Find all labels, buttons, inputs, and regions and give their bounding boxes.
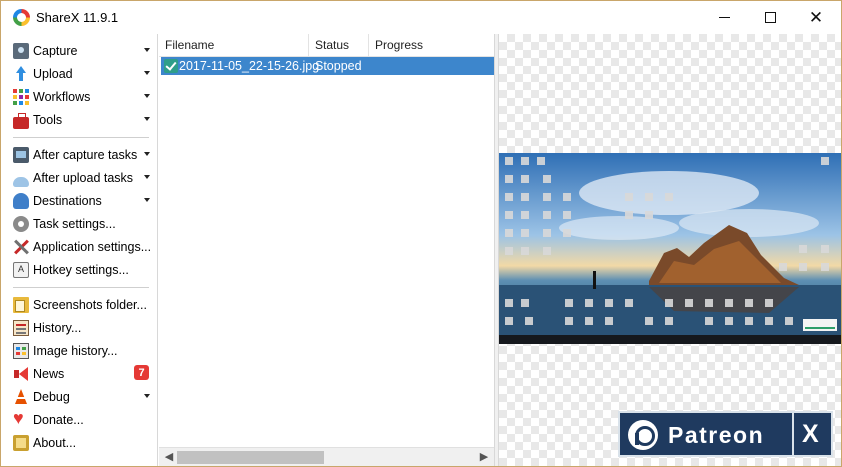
menu-item-label: Donate... <box>33 412 84 427</box>
upload-arrow-icon <box>13 65 29 82</box>
menu-item-destinations[interactable]: Destinations <box>7 189 155 212</box>
chevron-down-icon <box>144 117 150 121</box>
menu-item-tools[interactable]: Tools <box>7 108 155 131</box>
menu-item-capture[interactable]: Capture <box>7 39 155 62</box>
banner-divider <box>792 413 794 455</box>
menu-item-news[interactable]: News 7 <box>7 362 155 385</box>
image-preview-pane: Patreon X <box>499 34 841 466</box>
scroll-left-icon[interactable]: ◀ <box>163 451 175 463</box>
menu-item-label: Task settings... <box>33 216 116 231</box>
menu-item-screenshots-folder[interactable]: Screenshots folder... <box>7 293 155 316</box>
horizontal-scrollbar[interactable]: ◀ ▶ <box>159 447 494 466</box>
cell-filename: 2017-11-05_22-15-26.jpg <box>179 59 320 73</box>
close-button[interactable]: ✕ <box>793 1 839 34</box>
column-header-progress[interactable]: Progress <box>369 34 494 57</box>
destinations-icon <box>13 192 29 209</box>
title-bar: ShareX 11.9.1 ✕ <box>1 1 841 34</box>
scrollbar-thumb[interactable] <box>177 451 324 464</box>
chevron-down-icon <box>144 48 150 52</box>
menu-item-label: After upload tasks <box>33 170 134 185</box>
menu-item-after-upload-tasks[interactable]: After upload tasks <box>7 166 155 189</box>
menu-item-label: Image history... <box>33 343 118 358</box>
menu-item-label: Application settings... <box>33 239 152 254</box>
menu-item-label: Workflows <box>33 89 91 104</box>
menu-item-donate[interactable]: Donate... <box>7 408 155 431</box>
desktop-screenshot-thumbnail <box>499 153 841 344</box>
patreon-logo-icon <box>628 420 658 450</box>
toolbox-icon <box>13 112 29 129</box>
megaphone-icon <box>13 366 29 382</box>
screenshot-preview-image <box>499 153 841 344</box>
chevron-down-icon <box>144 394 150 398</box>
menu-item-label: News <box>33 366 65 381</box>
menu-item-label: Hotkey settings... <box>33 262 129 277</box>
menu-item-image-history[interactable]: Image history... <box>7 339 155 362</box>
news-count-badge: 7 <box>134 365 149 380</box>
menu-item-label: Tools <box>33 112 63 127</box>
menu-item-after-capture-tasks[interactable]: After capture tasks <box>7 143 155 166</box>
minimize-button[interactable] <box>701 1 747 34</box>
menu-item-upload[interactable]: Upload <box>7 62 155 85</box>
menu-item-history[interactable]: History... <box>7 316 155 339</box>
sharex-window: ShareX 11.9.1 ✕ Capture Upload Workflows… <box>0 0 842 467</box>
chevron-down-icon <box>144 71 150 75</box>
cloud-upload-icon <box>13 176 29 187</box>
image-history-icon <box>13 342 29 359</box>
menu-item-hotkey-settings[interactable]: Hotkey settings... <box>7 258 155 281</box>
chevron-down-icon <box>144 175 150 179</box>
menu-item-label: Upload <box>33 66 73 81</box>
chevron-down-icon <box>144 198 150 202</box>
warning-cone-icon <box>13 388 29 405</box>
menu-item-label: History... <box>33 320 82 335</box>
list-item[interactable]: 2017-11-05_22-15-26.jpg Stopped <box>161 57 494 75</box>
maximize-icon <box>764 12 776 23</box>
menu-separator <box>13 137 149 138</box>
heart-icon <box>13 409 29 428</box>
menu-item-label: Debug <box>33 389 70 404</box>
maximize-button[interactable] <box>747 1 793 34</box>
main-menu-sidebar: Capture Upload Workflows Tools After cap… <box>1 34 158 466</box>
column-header-status[interactable]: Status <box>309 34 369 57</box>
keyboard-key-icon <box>13 261 29 278</box>
after-capture-icon <box>13 146 29 163</box>
menu-item-label: About... <box>33 435 77 450</box>
workflows-grid-icon <box>13 88 29 105</box>
camera-icon <box>13 42 29 59</box>
chevron-down-icon <box>144 94 150 98</box>
menu-item-application-settings[interactable]: Application settings... <box>7 235 155 258</box>
task-list-view[interactable]: Filename Status Progress 2017-11-05_22-1… <box>159 34 494 466</box>
scroll-right-icon[interactable]: ▶ <box>478 451 490 463</box>
folder-icon <box>13 296 29 313</box>
menu-item-about[interactable]: About... <box>7 431 155 454</box>
info-box-icon <box>13 434 29 451</box>
column-header-filename[interactable]: Filename <box>159 34 309 57</box>
menu-item-workflows[interactable]: Workflows <box>7 85 155 108</box>
chevron-down-icon <box>144 152 150 156</box>
history-list-icon <box>13 319 29 336</box>
menu-item-label: Capture <box>33 43 78 58</box>
window-title: ShareX 11.9.1 <box>36 10 119 25</box>
minimize-icon <box>718 17 730 18</box>
menu-item-task-settings[interactable]: Task settings... <box>7 212 155 235</box>
wrench-screwdriver-icon <box>13 239 29 255</box>
sharex-logo-icon <box>13 9 30 26</box>
menu-item-label: Screenshots folder... <box>33 297 147 312</box>
menu-separator <box>13 287 149 288</box>
menu-item-label: Destinations <box>33 193 102 208</box>
checkmark-icon <box>164 59 178 73</box>
gear-icon <box>13 215 29 232</box>
menu-item-label: After capture tasks <box>33 147 138 162</box>
cell-status: Stopped <box>315 59 362 73</box>
close-icon: ✕ <box>808 8 824 27</box>
menu-item-debug[interactable]: Debug <box>7 385 155 408</box>
patreon-banner[interactable]: Patreon X <box>618 411 833 457</box>
patreon-banner-text: Patreon <box>668 422 765 448</box>
banner-close-button[interactable]: X <box>802 420 819 449</box>
list-header: Filename Status Progress <box>159 34 494 57</box>
